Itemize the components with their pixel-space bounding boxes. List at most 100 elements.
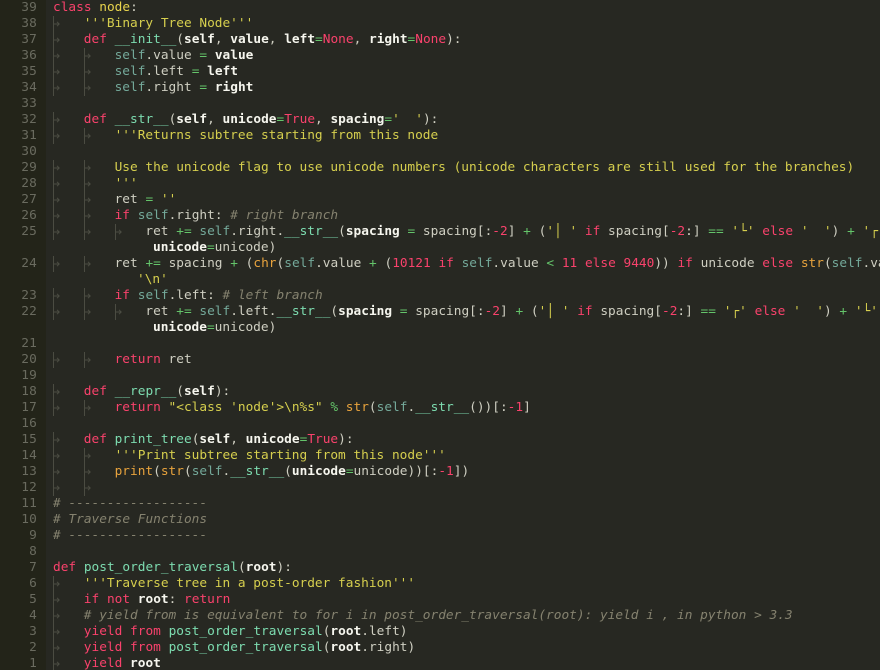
indent-guide [53,64,63,80]
line-number: 22 [0,304,46,320]
indent-guide [83,352,94,368]
code-line[interactable]: 33 [0,96,880,112]
code-line[interactable]: 30 [0,144,880,160]
code-line[interactable]: 18 def __repr__(self): [0,384,880,400]
code-text[interactable]: # yield from is equivalent to for i in p… [84,608,793,624]
line-number: 7 [0,560,46,576]
code-text[interactable]: self.right = right [115,80,254,96]
code-line-list[interactable]: 39 class node: 38 '''Binary Tree Node''' 37 d… [0,0,880,670]
code-text[interactable]: '''Traverse tree in a post-order fashion… [84,576,415,592]
code-text[interactable]: def print_tree(self, unicode=True): [84,432,354,448]
code-text[interactable]: def __repr__(self): [84,384,230,400]
code-line[interactable]: 12 [0,480,880,496]
code-text[interactable]: if self.right: # right branch [115,208,339,224]
code-line[interactable]: 10 # Traverse Functions [0,512,880,528]
code-line[interactable]: 3 yield from post_order_traversal(root.le… [0,624,880,640]
code-text[interactable]: '\n' [137,272,168,288]
code-text[interactable]: ret += self.left.__str__(spacing = spaci… [145,304,880,320]
code-line[interactable]: 1 yield root [0,656,880,670]
code-text[interactable]: return ret [115,352,192,368]
code-text[interactable]: '''Binary Tree Node''' [84,16,254,32]
code-text[interactable]: '''Print subtree starting from this node… [115,448,446,464]
code-text[interactable]: yield from post_order_traversal(root.rig… [84,640,415,656]
code-text[interactable]: if not root: return [84,592,230,608]
code-line[interactable]: 9 # ------------------ [0,528,880,544]
code-line[interactable]: 11 # ------------------ [0,496,880,512]
code-line[interactable]: '\n' [0,272,880,288]
line-number: 2 [0,640,46,656]
code-line[interactable]: 31 '''Returns subtree starting from this … [0,128,880,144]
line-number: 19 [0,368,46,384]
indent-guide [53,592,63,608]
indent-guide [83,480,94,496]
code-line[interactable]: unicode=unicode) [0,320,880,336]
code-text[interactable]: yield root [84,656,161,670]
code-text[interactable]: ret += spacing + (chr(self.value + (1012… [115,256,880,272]
code-text[interactable]: Use the unicode flag to use unicode numb… [115,160,855,176]
indent-guide [53,640,63,656]
indent-guide [83,48,94,64]
code-text[interactable]: self.left = left [115,64,238,80]
code-line[interactable]: 2 yield from post_order_traversal(root.ri… [0,640,880,656]
code-line[interactable]: 38 '''Binary Tree Node''' [0,16,880,32]
code-line[interactable]: 37 def __init__(self, value, left=None, r… [0,32,880,48]
line-number [0,320,46,336]
code-line[interactable]: 7 def post_order_traversal(root): [0,560,880,576]
indent-guide [83,304,94,320]
code-line[interactable]: 23 if self.left: # left branch [0,288,880,304]
code-line[interactable]: 16 [0,416,880,432]
code-line[interactable]: 27 ret = '' [0,192,880,208]
line-number: 27 [0,192,46,208]
code-text[interactable]: def __init__(self, value, left=None, rig… [84,32,462,48]
code-line[interactable]: 13 print(str(self.__str__(unicode=unicode… [0,464,880,480]
code-text[interactable]: ''' [115,176,138,192]
code-text[interactable]: self.value = value [115,48,254,64]
indent-guide [83,256,94,272]
code-line[interactable]: 26 if self.right: # right branch [0,208,880,224]
code-text[interactable]: def post_order_traversal(root): [53,560,292,576]
code-line[interactable]: 21 [0,336,880,352]
code-text[interactable]: ret = '' [115,192,177,208]
code-text[interactable]: print(str(self.__str__(unicode=unicode))… [115,464,470,480]
code-text[interactable]: def __str__(self, unicode=True, spacing=… [84,112,439,128]
code-line[interactable]: 15 def print_tree(self, unicode=True): [0,432,880,448]
code-text[interactable]: if self.left: # left branch [115,288,323,304]
code-line[interactable]: 22 ret += self.left.__str__(spacing = spa… [0,304,880,320]
code-line[interactable]: 24 ret += spacing + (chr(self.value + (10… [0,256,880,272]
code-text[interactable]: return "<class 'node'>\n%s" % str(self._… [115,400,531,416]
indent-guide [53,208,63,224]
code-text[interactable]: ret += self.right.__str__(spacing = spac… [145,224,880,240]
code-line[interactable]: 8 [0,544,880,560]
line-number: 17 [0,400,46,416]
code-text[interactable]: # Traverse Functions [53,512,207,528]
code-line[interactable]: 19 [0,368,880,384]
code-line[interactable]: 20 return ret [0,352,880,368]
indent-guide [53,352,63,368]
code-text[interactable]: '''Returns subtree starting from this no… [115,128,439,144]
code-line[interactable]: 34 self.right = right [0,80,880,96]
code-line[interactable]: 36 self.value = value [0,48,880,64]
code-line[interactable]: 39 class node: [0,0,880,16]
code-line[interactable]: 32 def __str__(self, unicode=True, spacin… [0,112,880,128]
code-line[interactable]: unicode=unicode) [0,240,880,256]
code-line[interactable]: 29 Use the unicode flag to use unicode nu… [0,160,880,176]
line-number: 24 [0,256,46,272]
code-text[interactable]: # ------------------ [53,496,207,512]
line-number [0,272,46,288]
indent-guide [83,464,94,480]
code-text[interactable]: yield from post_order_traversal(root.lef… [84,624,408,640]
code-text[interactable]: unicode=unicode) [153,240,276,256]
code-line[interactable]: 4 # yield from is equivalent to for i in … [0,608,880,624]
code-line[interactable]: 17 return "<class 'node'>\n%s" % str(self… [0,400,880,416]
code-line[interactable]: 5 if not root: return [0,592,880,608]
code-text[interactable]: # ------------------ [53,528,207,544]
code-line[interactable]: 25 ret += self.right.__str__(spacing = sp… [0,224,880,240]
code-line[interactable]: 6 '''Traverse tree in a post-order fashio… [0,576,880,592]
line-number: 35 [0,64,46,80]
code-text[interactable]: unicode=unicode) [153,320,276,336]
code-editor[interactable]: 39 class node: 38 '''Binary Tree Node''' 37 d… [0,0,880,670]
code-line[interactable]: 28 ''' [0,176,880,192]
code-text[interactable]: class node: [53,0,138,16]
code-line[interactable]: 35 self.left = left [0,64,880,80]
code-line[interactable]: 14 '''Print subtree starting from this no… [0,448,880,464]
